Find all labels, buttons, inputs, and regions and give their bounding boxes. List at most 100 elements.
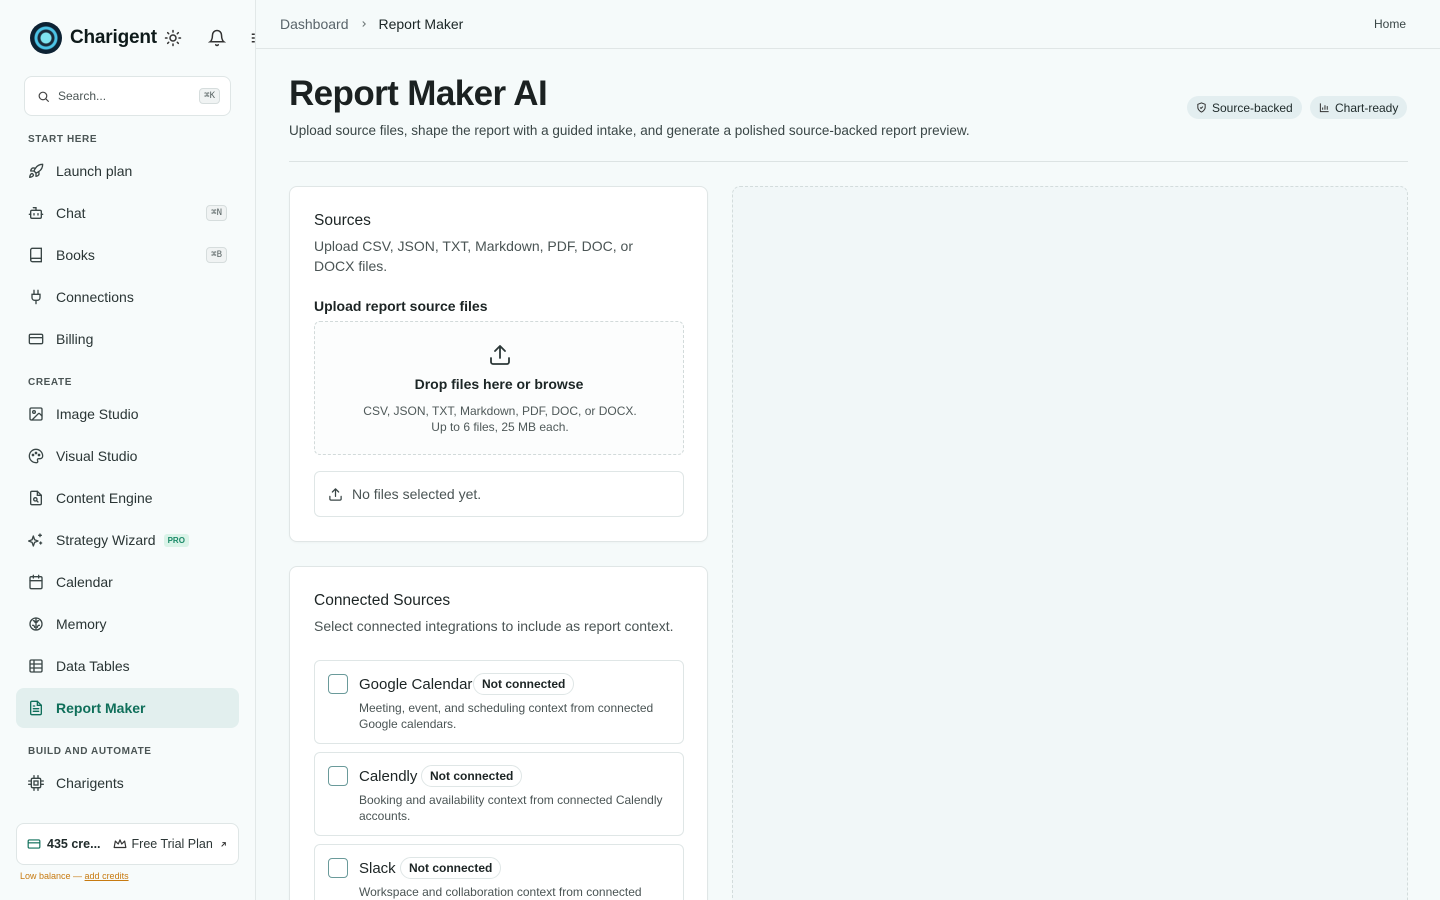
page-title: Report Maker AI [289, 74, 548, 113]
connected-title: Connected Sources [314, 592, 451, 609]
file-dropzone[interactable]: Drop files here or browse CSV, JSON, TXT… [314, 321, 684, 455]
crown-icon [113, 839, 126, 849]
source-item-calendly[interactable]: Calendly Not connected Booking and avail… [314, 752, 684, 836]
bot-icon [28, 207, 44, 219]
brain-icon [29, 617, 43, 631]
page-subtitle: Upload source files, shape the report wi… [289, 123, 970, 138]
source-name: Slack [359, 860, 396, 877]
sources-description: Upload CSV, JSON, TXT, Markdown, PDF, DO… [314, 238, 633, 274]
table-icon [29, 659, 43, 673]
sidebar-item-content-engine[interactable]: Content Engine [16, 478, 239, 518]
bell-icon[interactable] [208, 29, 226, 47]
sidebar-item-billing[interactable]: Billing [16, 319, 239, 359]
dropzone-hint: CSV, JSON, TXT, Markdown, PDF, DOC, or D… [363, 404, 637, 434]
sidebar-item-launch-plan[interactable]: Launch plan [16, 151, 239, 191]
sidebar-item-connections[interactable]: Connections [16, 277, 239, 317]
sidebar-item-books[interactable]: Books ⌘B [16, 235, 239, 275]
report-icon [30, 700, 42, 716]
sidebar-item-charigents[interactable]: Charigents [16, 763, 239, 803]
sparkles-icon [28, 533, 43, 547]
sidebar-item-label: Image Studio [56, 406, 139, 422]
brand-name: Charigent [70, 27, 157, 48]
sidebar-item-label: Calendar [56, 574, 113, 590]
sidebar-item-label: Content Engine [56, 490, 153, 506]
chevron-right-icon [361, 21, 366, 27]
file-status-text: No files selected yet. [352, 486, 482, 502]
source-description: Workspace and collaboration context from… [359, 885, 642, 899]
badge-label: Chart-ready [1335, 100, 1399, 115]
sidebar-item-image-studio[interactable]: Image Studio [16, 394, 239, 434]
book-icon [30, 247, 42, 263]
bar-chart-icon [1319, 103, 1329, 113]
credit-card-icon [28, 333, 44, 345]
source-checkbox[interactable] [328, 858, 348, 878]
file-icon [30, 490, 42, 506]
sidebar-item-label: Visual Studio [56, 448, 138, 464]
section-build-and-automate: BUILD AND AUTOMATE [28, 746, 152, 757]
calendar-icon [29, 574, 43, 590]
wallet-icon [27, 839, 41, 849]
section-start-here: START HERE [28, 134, 98, 145]
charigent-logo-icon [30, 22, 62, 54]
sidebar-item-label: Charigents [56, 775, 124, 791]
source-backed-badge: Source-backed [1187, 96, 1302, 119]
low-balance-notice: Low balance — add credits [20, 871, 129, 881]
badge-label: Source-backed [1212, 100, 1293, 115]
sources-card: Sources Upload CSV, JSON, TXT, Markdown,… [289, 186, 708, 542]
shield-check-icon [1197, 102, 1206, 113]
chat-shortcut: ⌘N [206, 205, 227, 221]
sidebar-item-label: Launch plan [56, 163, 133, 179]
sidebar-item-chat[interactable]: Chat ⌘N [16, 193, 239, 233]
chart-ready-badge: Chart-ready [1310, 96, 1408, 119]
sun-icon[interactable] [164, 29, 182, 47]
plan-link[interactable]: Free Trial Plan [113, 837, 228, 851]
status-badge: Not connected [473, 673, 575, 695]
source-item-slack[interactable]: Slack Not connected Workspace and collab… [314, 844, 684, 900]
section-create: CREATE [28, 377, 72, 388]
books-shortcut: ⌘B [206, 247, 227, 263]
sidebar-item-calendar[interactable]: Calendar [16, 562, 239, 602]
sidebar: Charigent Search... ⌘K START HERE Launch… [0, 0, 256, 900]
palette-icon [28, 448, 44, 464]
sidebar-item-label: Connections [56, 289, 134, 305]
report-preview-panel [732, 186, 1408, 900]
sidebar-item-label: Strategy Wizard [56, 532, 156, 548]
sources-title: Sources [314, 212, 371, 229]
upload-label: Upload report source files [314, 298, 488, 314]
add-credits-link[interactable]: add credits [85, 871, 129, 881]
plug-icon [31, 289, 41, 305]
sidebar-item-label: Books [56, 247, 95, 263]
sidebar-item-memory[interactable]: Memory [16, 604, 239, 644]
sidebar-item-label: Data Tables [56, 658, 130, 674]
source-description: Booking and availability context from co… [359, 793, 663, 823]
sidebar-item-label: Memory [56, 616, 107, 632]
status-badge: Not connected [421, 765, 523, 787]
low-balance-text: Low balance — [20, 871, 85, 881]
brand[interactable]: Charigent [30, 22, 157, 54]
search-input[interactable]: Search... ⌘K [24, 76, 231, 116]
header-divider [289, 161, 1408, 162]
connected-description: Select connected integrations to include… [314, 618, 674, 634]
dropzone-title: Drop files here or browse [414, 376, 584, 392]
breadcrumb-current: Report Maker [378, 16, 464, 32]
collapse-icon[interactable] [246, 29, 256, 47]
sidebar-item-report-maker[interactable]: Report Maker [16, 688, 239, 728]
home-link[interactable]: Home [1374, 17, 1406, 31]
source-item-google-calendar[interactable]: Google Calendar Not connected Meeting, e… [314, 660, 684, 744]
sidebar-item-data-tables[interactable]: Data Tables [16, 646, 239, 686]
sidebar-item-visual-studio[interactable]: Visual Studio [16, 436, 239, 476]
source-description: Meeting, event, and scheduling context f… [359, 701, 654, 731]
source-checkbox[interactable] [328, 674, 348, 694]
source-checkbox[interactable] [328, 766, 348, 786]
breadcrumb-dashboard[interactable]: Dashboard [280, 16, 349, 32]
breadcrumb: Dashboard Report Maker [280, 16, 463, 32]
credits-widget[interactable]: 435 cre... Free Trial Plan [16, 823, 239, 865]
rocket-icon [29, 163, 44, 178]
topbar: Dashboard Report Maker Home [256, 0, 1440, 49]
credits-amount: 435 cre... [47, 837, 101, 851]
sidebar-item-strategy-wizard[interactable]: Strategy Wizard PRO [16, 520, 239, 560]
sidebar-item-label: Report Maker [56, 700, 146, 716]
plan-name: Free Trial Plan [131, 837, 213, 851]
status-badge: Not connected [400, 857, 502, 879]
external-link-icon [221, 841, 226, 847]
